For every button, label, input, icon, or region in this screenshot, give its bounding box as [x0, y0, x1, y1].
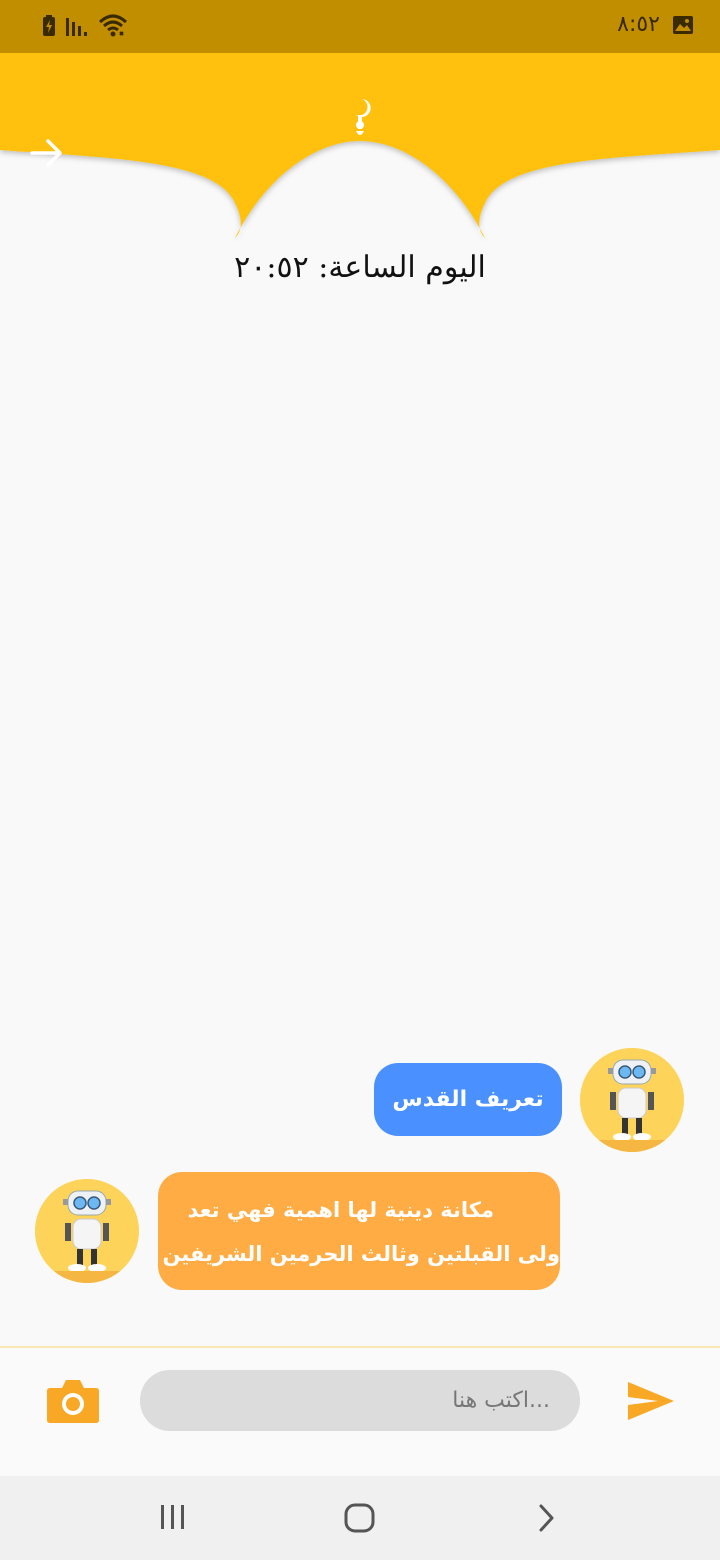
bot-message-bubble: مكانة دينية لها اهمية فهي تعد ولى القبلت…	[158, 1172, 560, 1290]
wifi-icon	[98, 14, 128, 37]
robot-avatar-icon	[35, 1179, 139, 1283]
status-time: ٨:٥٢	[617, 12, 660, 37]
back-arrow-icon[interactable]	[30, 138, 64, 168]
camera-icon[interactable]	[46, 1376, 100, 1424]
status-bar: ٨:٥٢	[0, 0, 720, 53]
system-nav-bar	[0, 1476, 720, 1560]
robot-avatar-icon	[580, 1048, 684, 1152]
image-icon	[673, 15, 693, 34]
user-message-text: تعريف القدس	[392, 1087, 544, 1112]
bot-message-line: ولى القبلتين وثالث الحرمين الشريفين	[162, 1242, 561, 1266]
message-input[interactable]	[140, 1370, 580, 1431]
battery-charging-icon	[43, 15, 55, 36]
recent-apps-icon[interactable]	[158, 1502, 188, 1532]
avatar-bot	[35, 1179, 139, 1283]
bot-message-line: مكانة دينية لها اهمية فهي تعد	[187, 1198, 494, 1222]
user-message-bubble: تعريف القدس	[374, 1063, 562, 1136]
avatar-user	[580, 1048, 684, 1152]
back-icon[interactable]	[536, 1502, 558, 1534]
page-title: اليوم الساعة: ٢٠:٥٢	[234, 250, 486, 285]
send-icon[interactable]	[626, 1380, 676, 1422]
signal-icon	[66, 18, 87, 36]
home-icon[interactable]	[343, 1502, 377, 1534]
